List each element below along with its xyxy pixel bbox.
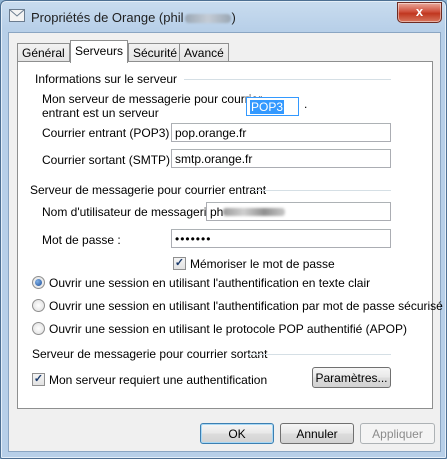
section-divider — [248, 354, 391, 355]
apply-button[interactable]: Appliquer — [360, 423, 435, 444]
section-divider — [184, 79, 391, 80]
ok-button[interactable]: OK — [200, 423, 274, 444]
dialog-window: Propriétés de Orange (phil) x Général Se… — [0, 0, 447, 459]
incoming-type-label-line2: entrant est un serveur — [42, 106, 159, 120]
incoming-mail-label: Courrier entrant (POP3) : — [42, 126, 177, 140]
envelope-icon — [9, 9, 25, 22]
auth-spa-radio[interactable] — [32, 299, 45, 312]
server-info-heading: Informations sur le serveur — [35, 72, 178, 86]
dialog-body: Général Serveurs Sécurité Avancé Informa… — [8, 32, 443, 452]
remember-password-checkbox[interactable]: ✓ — [173, 257, 186, 270]
incoming-type-label-line1: Mon serveur de messagerie pour courrier — [42, 92, 263, 106]
redacted-username — [223, 208, 286, 216]
window-title: Propriétés de Orange (phil) — [31, 10, 236, 25]
auth-spa-label[interactable]: Ouvrir une session en utilisant l'authen… — [49, 299, 443, 313]
cancel-button[interactable]: Annuler — [280, 423, 354, 444]
password-field[interactable]: ••••••• — [171, 229, 391, 248]
window-title-end: ) — [231, 10, 236, 25]
username-value-prefix: ph — [210, 205, 224, 219]
incoming-server-type-value: POP3 — [250, 100, 285, 114]
auth-apop-radio[interactable] — [32, 322, 45, 335]
servers-panel: Informations sur le serveur Mon serveur … — [17, 61, 443, 409]
outgoing-mail-label: Courrier sortant (SMTP) : — [42, 153, 177, 167]
outgoing-server-heading: Serveur de messagerie pour courrier sort… — [32, 347, 268, 361]
auth-cleartext-label[interactable]: Ouvrir une session en utilisant l'authen… — [49, 276, 370, 290]
title-bar[interactable]: Propriétés de Orange (phil) x — [1, 1, 446, 31]
incoming-server-type-field[interactable]: POP3 — [246, 97, 299, 116]
settings-button[interactable]: Paramètres... — [312, 367, 391, 388]
tab-general[interactable]: Général — [17, 43, 70, 62]
outgoing-mail-field[interactable]: smtp.orange.fr — [171, 149, 391, 168]
incoming-server-heading: Serveur de messagerie pour courrier entr… — [30, 183, 267, 197]
incoming-type-suffix: . — [304, 97, 308, 111]
username-label: Nom d'utilisateur de messagerie : — [42, 205, 220, 219]
remember-password-label[interactable]: Mémoriser le mot de passe — [190, 257, 335, 271]
password-label: Mot de passe : — [42, 233, 121, 247]
section-divider — [254, 190, 391, 191]
requires-auth-label[interactable]: Mon serveur requiert une authentificatio… — [49, 373, 267, 387]
radio-selected-dot — [35, 279, 42, 286]
tab-advanced[interactable]: Avancé — [179, 43, 229, 62]
auth-cleartext-radio[interactable] — [32, 276, 45, 289]
tab-servers[interactable]: Serveurs — [70, 40, 129, 63]
close-button[interactable]: x — [397, 2, 442, 23]
tab-security[interactable]: Sécurité — [128, 43, 183, 62]
username-field[interactable]: ph — [206, 202, 391, 221]
auth-apop-label[interactable]: Ouvrir une session en utilisant le proto… — [49, 322, 407, 336]
redacted-account-name — [185, 14, 232, 24]
requires-auth-checkbox[interactable]: ✓ — [32, 373, 45, 386]
incoming-mail-field[interactable]: pop.orange.fr — [171, 123, 391, 142]
window-title-text: Propriétés de Orange (phil — [31, 10, 184, 25]
